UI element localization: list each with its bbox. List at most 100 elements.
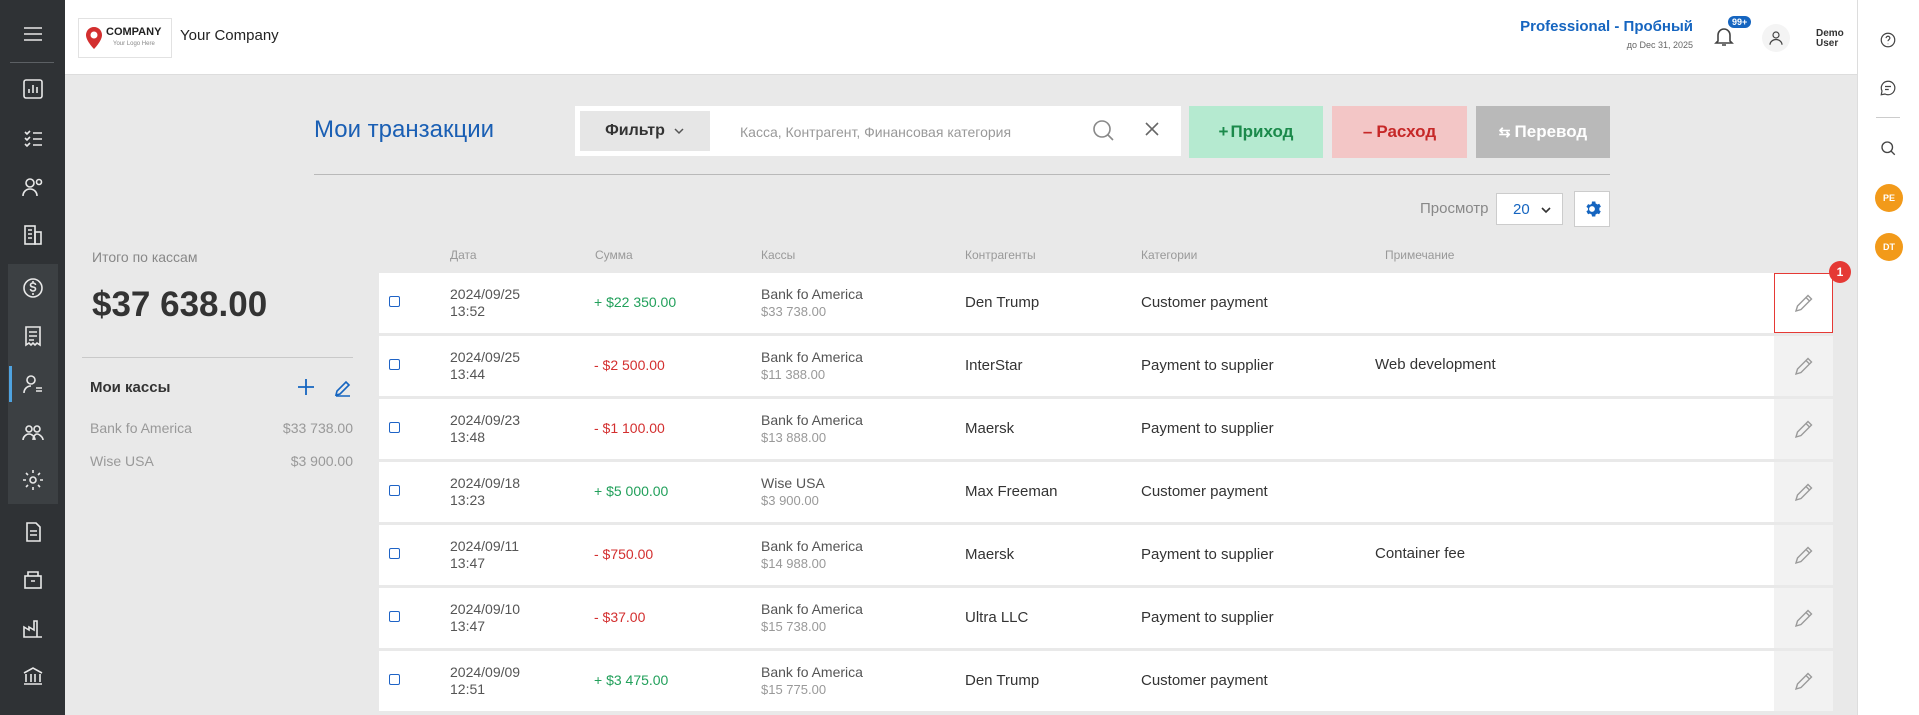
- user-name[interactable]: Demo User: [1816, 29, 1848, 49]
- row-checkbox[interactable]: [389, 548, 400, 559]
- table-row[interactable]: 2024/09/25 13:44 - $2 500.00 Bank fo Americ…: [379, 336, 1833, 396]
- row-edit-button[interactable]: [1774, 462, 1833, 522]
- help-icon[interactable]: [1876, 28, 1900, 52]
- expense-button[interactable]: – Расход: [1332, 106, 1467, 158]
- search-icon[interactable]: [1876, 136, 1900, 160]
- row-edit-button[interactable]: [1774, 336, 1833, 396]
- pencil-icon: [334, 380, 351, 397]
- box-icon[interactable]: [10, 558, 56, 602]
- expense-label: Расход: [1376, 122, 1437, 141]
- row-date: 2024/09/25: [450, 349, 521, 365]
- page-title: Мои транзакции: [314, 116, 495, 143]
- row-kassa: Bank fo America $15 775.00: [761, 664, 863, 698]
- table-settings-button[interactable]: [1574, 191, 1610, 227]
- plan-name[interactable]: Professional - Пробный: [1520, 18, 1693, 35]
- table-row[interactable]: 2024/09/10 13:47 - $37.00 Bank fo America $1…: [379, 588, 1833, 648]
- row-counterparty: Maersk: [965, 420, 1015, 437]
- users-search-icon[interactable]: [10, 165, 56, 209]
- factory-icon[interactable]: [10, 606, 56, 650]
- minus-icon: –: [1362, 122, 1373, 141]
- logo-subtext: Your Logo Here: [113, 41, 155, 47]
- pencil-icon: [1794, 609, 1812, 628]
- row-kassa-name: Bank fo America: [761, 286, 863, 302]
- row-date: 2024/09/18: [450, 475, 521, 491]
- table-row[interactable]: 2024/09/18 13:23 + $5 000.00 Wise USA $3 900…: [379, 462, 1833, 522]
- money-circle-icon[interactable]: [10, 266, 56, 310]
- row-edit-button[interactable]: [1774, 525, 1833, 585]
- search-submit-icon[interactable]: [1091, 118, 1115, 147]
- row-kassa-name: Bank fo America: [761, 412, 863, 428]
- row-amount: - $37.00: [594, 609, 646, 625]
- user-money-icon[interactable]: [10, 362, 56, 406]
- row-checkbox[interactable]: [389, 422, 400, 433]
- col-header-categories[interactable]: Категории: [1141, 248, 1197, 262]
- row-counterparty: Den Trump: [965, 672, 1040, 689]
- company-logo[interactable]: COMPANY Your Logo Here: [78, 18, 172, 58]
- logo-text: COMPANY: [106, 26, 162, 38]
- row-counterparty: Den Trump: [965, 294, 1040, 311]
- col-header-amount[interactable]: Сумма: [595, 248, 633, 262]
- filter-button[interactable]: Фильтр: [580, 111, 710, 151]
- row-datetime: 2024/09/25 13:52: [450, 286, 520, 320]
- title-divider: [314, 174, 1610, 175]
- document-icon[interactable]: [10, 510, 56, 554]
- row-edit-button[interactable]: [1774, 588, 1833, 648]
- table-row[interactable]: 2024/09/23 13:48 - $1 100.00 Bank fo Americ…: [379, 399, 1833, 459]
- row-checkbox[interactable]: [389, 611, 400, 622]
- row-kassa-name: Bank fo America: [761, 538, 863, 554]
- edit-kassy-button[interactable]: [333, 378, 353, 403]
- user-avatar[interactable]: [1762, 24, 1790, 52]
- row-datetime: 2024/09/11 13:47: [450, 538, 519, 572]
- checklist-icon[interactable]: [10, 116, 56, 160]
- row-edit-button[interactable]: [1774, 399, 1833, 459]
- edit-badge: 1: [1829, 261, 1851, 283]
- table-row[interactable]: 2024/09/11 13:47 - $750.00 Bank fo America $…: [379, 525, 1833, 585]
- row-amount: + $22 350.00: [594, 294, 677, 310]
- income-button[interactable]: + Приход: [1189, 106, 1323, 158]
- row-kassa: Bank fo America $11 388.00: [761, 349, 863, 383]
- avatar-pe[interactable]: PE: [1875, 184, 1903, 212]
- building-icon[interactable]: [10, 213, 56, 257]
- bank-icon[interactable]: [10, 654, 56, 698]
- row-amount: - $750.00: [594, 546, 654, 562]
- menu-icon[interactable]: [10, 12, 56, 56]
- settings-user-icon[interactable]: [10, 458, 56, 502]
- add-kassa-button[interactable]: [296, 377, 316, 402]
- col-header-kassy[interactable]: Кассы: [761, 248, 795, 262]
- clear-search-icon[interactable]: [1144, 121, 1160, 142]
- group-icon[interactable]: [10, 410, 56, 454]
- transfer-button[interactable]: ⇆ Перевод: [1476, 106, 1610, 158]
- avatar-dt[interactable]: DT: [1875, 233, 1903, 261]
- search-input[interactable]: [738, 113, 1082, 151]
- chat-icon[interactable]: [1876, 76, 1900, 100]
- company-name: Your Company: [180, 27, 279, 44]
- col-header-counterparties[interactable]: Контрагенты: [965, 248, 1036, 262]
- chevron-down-icon: [674, 128, 684, 135]
- kassa-item[interactable]: Wise USA $3 900.00: [90, 453, 353, 469]
- kassa-item[interactable]: Bank fo America $33 738.00: [90, 420, 353, 436]
- notifications-badge: 99+: [1728, 16, 1752, 28]
- row-time: 12:51: [450, 681, 486, 697]
- table-row[interactable]: 2024/09/25 13:52 + $22 350.00 Bank fo Ameri…: [379, 273, 1833, 333]
- row-edit-button[interactable]: [1774, 651, 1833, 711]
- receipt-icon[interactable]: [10, 314, 56, 358]
- row-checkbox[interactable]: [389, 359, 400, 370]
- row-checkbox[interactable]: [389, 485, 400, 496]
- row-checkbox[interactable]: [389, 296, 400, 307]
- row-checkbox[interactable]: [389, 674, 400, 685]
- col-header-note[interactable]: Примечание: [1385, 248, 1454, 262]
- logo-pin-icon: [86, 27, 102, 49]
- row-category: Payment to supplier: [1141, 609, 1274, 626]
- table-row[interactable]: 2024/09/09 12:51 + $3 475.00 Bank fo Americ…: [379, 651, 1833, 711]
- plus-icon: +: [1218, 122, 1229, 141]
- plan-expiry: до Dec 31, 2025: [1626, 40, 1693, 50]
- page-size-select[interactable]: 20: [1496, 193, 1563, 225]
- row-kassa-balance: $33 738.00: [761, 304, 827, 319]
- col-header-date[interactable]: Дата: [450, 248, 477, 262]
- row-time: 13:47: [450, 618, 486, 634]
- dashboard-icon[interactable]: [10, 67, 56, 111]
- page-size-value: 20: [1513, 200, 1530, 218]
- row-counterparty: Ultra LLC: [965, 609, 1029, 626]
- pencil-icon: [1794, 672, 1812, 691]
- row-edit-button[interactable]: [1774, 273, 1833, 333]
